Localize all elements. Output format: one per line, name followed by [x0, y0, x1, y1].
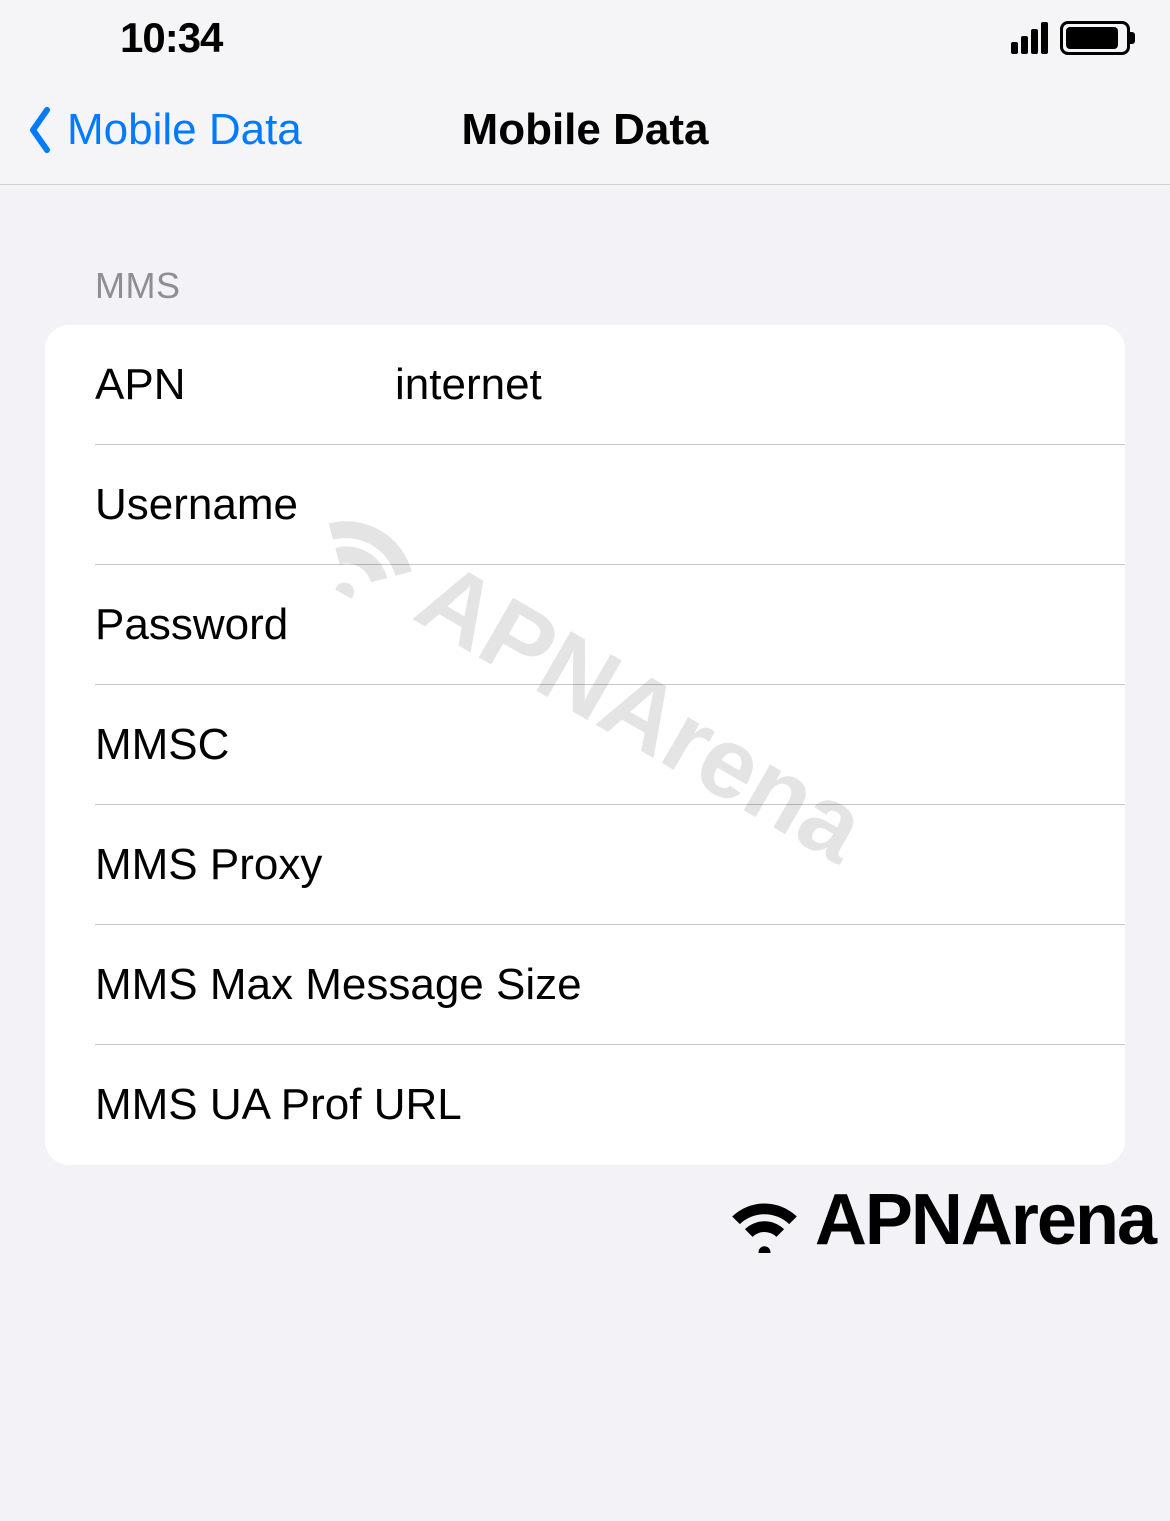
cellular-signal-icon	[1011, 22, 1048, 54]
username-row[interactable]: Username	[45, 445, 1125, 565]
page-title: Mobile Data	[462, 105, 709, 155]
mms-max-size-row[interactable]: MMS Max Message Size	[45, 925, 1125, 1045]
watermark-bottom: APNArena	[722, 1179, 1155, 1261]
battery-icon	[1060, 21, 1130, 55]
password-row[interactable]: Password	[45, 565, 1125, 685]
password-input[interactable]	[395, 600, 1075, 650]
content-area: MMS APN Username Password MMSC MMS Proxy…	[0, 185, 1170, 1165]
mms-proxy-row[interactable]: MMS Proxy	[45, 805, 1125, 925]
mmsc-label: MMSC	[95, 720, 395, 770]
mms-max-size-label: MMS Max Message Size	[95, 960, 582, 1010]
status-icons	[1011, 21, 1130, 55]
apn-label: APN	[95, 360, 395, 410]
mms-proxy-label: MMS Proxy	[95, 840, 395, 890]
mmsc-row[interactable]: MMSC	[45, 685, 1125, 805]
navigation-bar: Mobile Data Mobile Data	[0, 75, 1170, 185]
back-button-label: Mobile Data	[67, 105, 302, 155]
username-input[interactable]	[395, 480, 1075, 530]
status-bar: 10:34	[0, 0, 1170, 75]
mms-ua-prof-label: MMS UA Prof URL	[95, 1080, 462, 1130]
mmsc-input[interactable]	[395, 720, 1075, 770]
chevron-back-icon	[25, 105, 55, 155]
apn-row[interactable]: APN	[45, 325, 1125, 445]
section-header-mms: MMS	[45, 265, 1125, 307]
password-label: Password	[95, 600, 395, 650]
username-label: Username	[95, 480, 395, 530]
settings-group-mms: APN Username Password MMSC MMS Proxy MMS…	[45, 325, 1125, 1165]
wifi-icon	[722, 1185, 807, 1255]
status-time: 10:34	[120, 14, 222, 62]
watermark-text: APNArena	[815, 1179, 1155, 1261]
mms-ua-prof-row[interactable]: MMS UA Prof URL	[45, 1045, 1125, 1165]
back-button[interactable]: Mobile Data	[0, 105, 302, 155]
mms-proxy-input[interactable]	[395, 840, 1075, 890]
apn-input[interactable]	[395, 360, 1075, 410]
